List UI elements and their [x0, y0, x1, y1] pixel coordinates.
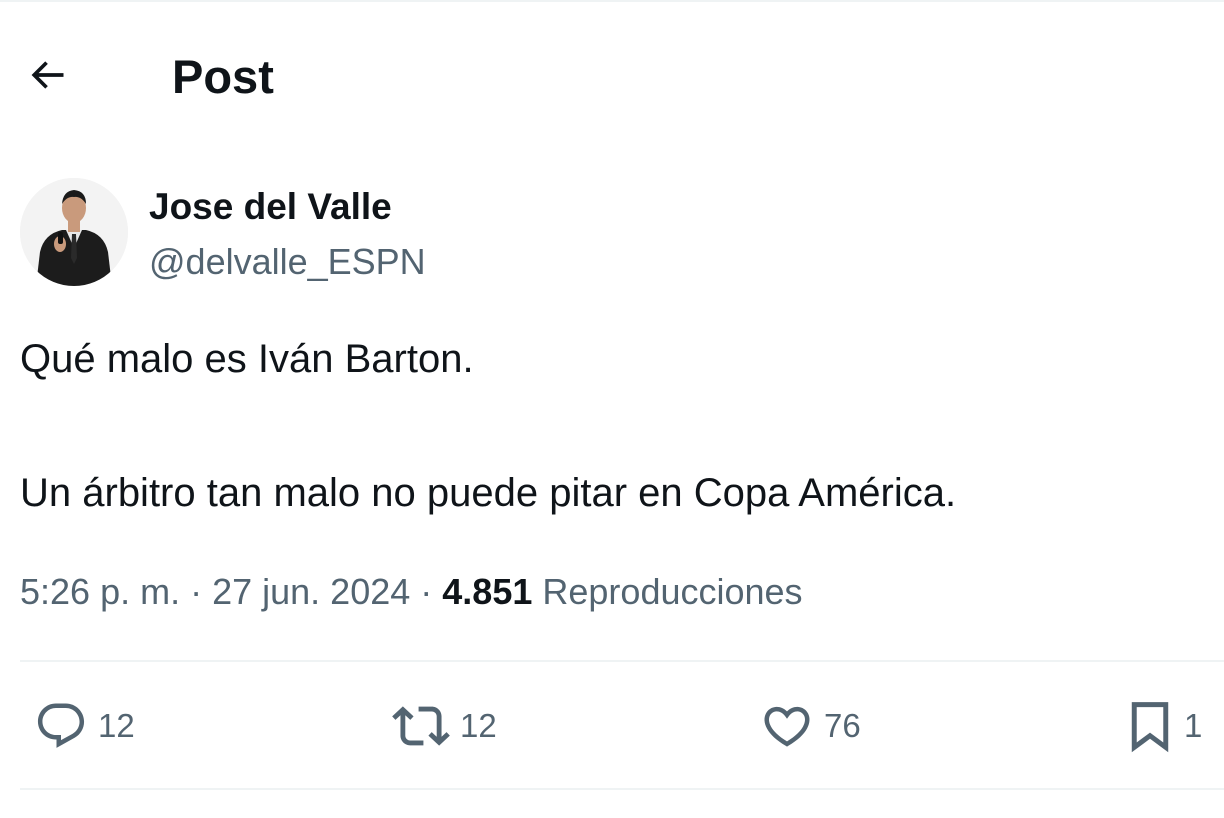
repost-arrows-icon — [392, 697, 450, 755]
reply-bubble-icon — [34, 699, 88, 753]
author-handle[interactable]: @delvalle_ESPN — [149, 240, 426, 284]
post-text: Qué malo es Iván Barton. Un árbitro tan … — [20, 332, 1200, 520]
views-label: Reproducciones — [542, 571, 803, 612]
post-metadata: 5:26 p. m. · 27 jun. 2024 · 4.851 Reprod… — [20, 568, 803, 616]
page-title: Post — [172, 50, 274, 103]
author-row: Jose del Valle @delvalle_ESPN — [20, 178, 1200, 290]
post-paragraph: Qué malo es Iván Barton. — [20, 337, 474, 381]
post-date[interactable]: 27 jun. 2024 — [212, 571, 410, 612]
repost-button[interactable]: 12 — [392, 696, 497, 756]
profile-photo-avatar — [20, 178, 128, 286]
heart-icon — [760, 699, 814, 753]
bookmark-button[interactable]: 1 — [1126, 696, 1202, 756]
views-count: 4.851 — [442, 571, 533, 612]
meta-separator: · — [180, 571, 213, 612]
post-time[interactable]: 5:26 p. m. — [20, 571, 180, 612]
like-count: 76 — [824, 707, 861, 744]
bookmark-count: 1 — [1184, 707, 1203, 744]
post-paragraph: Un árbitro tan malo no puede pitar en Co… — [20, 471, 957, 515]
divider — [20, 788, 1224, 790]
top-border — [0, 0, 1224, 2]
meta-separator: · — [410, 571, 443, 612]
avatar[interactable] — [20, 178, 128, 286]
bookmark-icon — [1126, 699, 1174, 753]
post-header: Post — [0, 40, 1224, 112]
divider — [20, 660, 1224, 662]
repost-count: 12 — [460, 707, 497, 744]
author-name[interactable]: Jose del Valle — [149, 185, 392, 229]
like-button[interactable]: 76 — [760, 696, 861, 756]
back-button[interactable] — [18, 48, 76, 106]
arrow-left-icon — [25, 53, 69, 102]
reply-button[interactable]: 12 — [34, 696, 135, 756]
reply-count: 12 — [98, 707, 135, 744]
